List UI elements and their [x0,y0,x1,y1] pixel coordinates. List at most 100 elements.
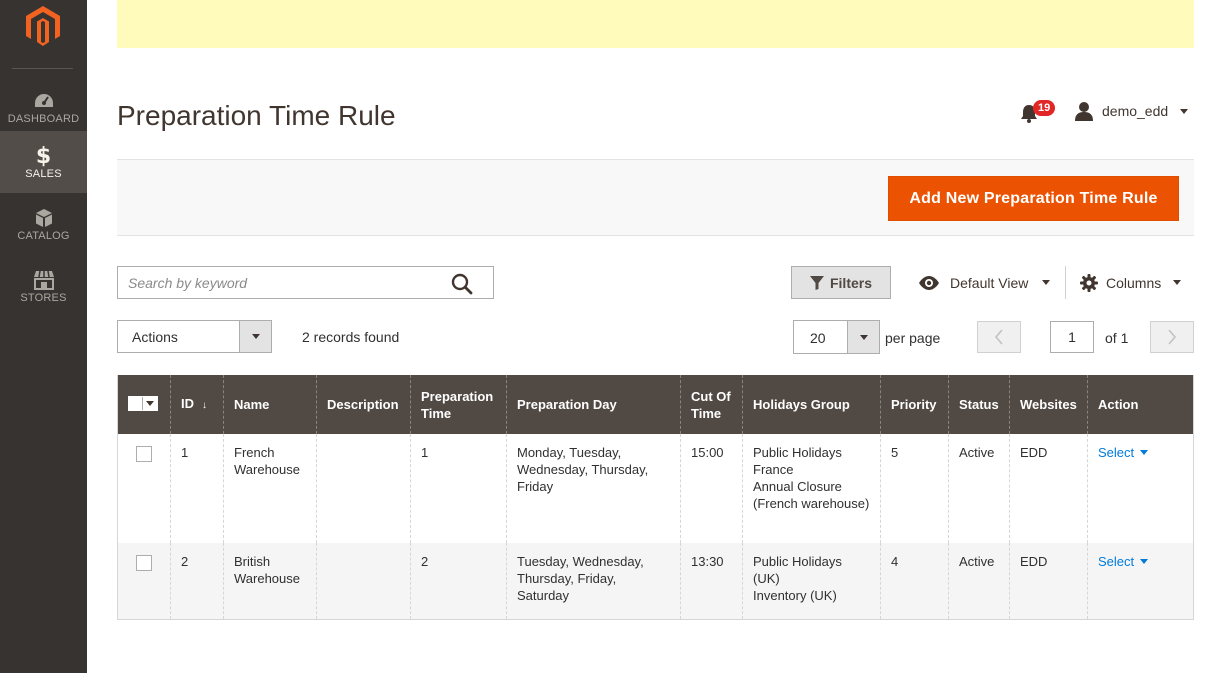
username: demo_edd [1102,103,1169,119]
sidebar-item-sales[interactable]: $ SALES [0,131,87,193]
column-header-status[interactable]: Status [948,375,1010,434]
sidebar-item-catalog[interactable]: CATALOG [0,193,87,255]
chevron-down-icon [1180,108,1189,114]
cell-status: Active [948,434,1010,543]
actions-label: Actions [132,329,178,345]
filters-label: Filters [829,274,872,291]
columns-dropdown[interactable]: Columns [1080,266,1182,299]
next-page-button[interactable] [1150,321,1194,353]
sidebar-item-label: CATALOG [17,230,70,242]
row-checkbox[interactable] [136,555,152,571]
mass-select-header [117,375,171,434]
search-input[interactable] [118,267,448,298]
cell-description [316,434,411,543]
column-header-websites[interactable]: Websites [1009,375,1088,434]
cell-priority: 5 [880,434,949,543]
toolbar-divider [1065,266,1066,299]
sidebar-item-dashboard[interactable]: DASHBOARD [0,76,87,138]
per-page-label: per page [885,330,941,346]
page-total: of 1 [1105,330,1129,346]
filters-button[interactable]: Filters [791,266,891,299]
column-header-action: Action [1087,375,1194,434]
column-header-name[interactable]: Name [223,375,317,434]
dollar-icon: $ [35,143,52,169]
search-box [117,266,494,299]
admin-sidebar: DASHBOARD $ SALES CATALOG STORES [0,0,87,673]
sidebar-item-stores[interactable]: STORES [0,255,87,317]
column-header-id[interactable]: ID ↓ [170,375,224,434]
holiday-group-item: Public Holidays France [753,445,842,477]
chevron-down-icon [1140,559,1149,564]
columns-label: Columns [1106,274,1162,291]
row-action-select[interactable]: Select [1098,444,1149,461]
chevron-down-icon [1042,280,1051,285]
user-menu[interactable]: demo_edd [1074,100,1189,122]
user-icon [1075,102,1093,121]
cell-status: Active [948,543,1010,620]
add-new-rule-button[interactable]: Add New Preparation Time Rule [888,176,1179,221]
row-select-cell [117,543,171,620]
row-select-cell [117,434,171,543]
default-view-dropdown[interactable]: Default View [918,266,1051,299]
chevron-right-icon [1168,329,1177,345]
system-message-bar [117,0,1194,48]
cell-cut-of-time: 13:30 [680,543,743,620]
holiday-group-item: Inventory (UK) [753,588,837,603]
select-label: Select [1098,554,1135,569]
per-page-select[interactable]: 20 [793,320,880,354]
per-page-value: 20 [810,330,826,346]
cell-name: French Warehouse [223,434,317,543]
dashboard-icon [34,94,53,107]
previous-page-button[interactable] [977,321,1021,353]
cell-preparation-day: Monday, Tuesday, Wednesday, Thursday, Fr… [506,434,681,543]
mass-select-checkbox[interactable] [128,395,158,411]
column-header-preparation-day[interactable]: Preparation Day [506,375,681,434]
column-header-holidays-group[interactable]: Holidays Group [742,375,881,434]
column-header-preparation-time[interactable]: Preparation Time [410,375,507,434]
chevron-left-icon [994,329,1003,345]
cell-preparation-time: 2 [410,543,507,620]
cell-websites: EDD [1009,543,1088,620]
page-actions-bar: Add New Preparation Time Rule [117,159,1194,236]
notification-badge: 19 [1033,100,1056,116]
chevron-down-icon [146,400,154,406]
table-row: 1 French Warehouse 1 Monday, Tuesday, We… [117,434,1194,543]
mass-actions-select[interactable]: Actions [117,320,272,353]
box-icon [35,209,52,227]
magento-logo-icon[interactable] [24,4,62,48]
page-number-input[interactable] [1050,321,1094,353]
filter-icon [809,275,824,290]
cell-id: 1 [170,434,224,543]
column-header-cut-of-time[interactable]: Cut Of Time [680,375,743,434]
chevron-down-icon [239,321,271,352]
cell-action: Select [1087,434,1194,543]
cell-websites: EDD [1009,434,1088,543]
cell-id: 2 [170,543,224,620]
sidebar-item-label: DASHBOARD [7,113,80,125]
cell-holidays-group: Public Holidays France Annual Closure (F… [742,434,881,543]
chevron-down-icon [1173,280,1182,285]
column-header-priority[interactable]: Priority [880,375,949,434]
sort-arrow-icon: ↓ [202,400,207,411]
cell-action: Select [1087,543,1194,620]
row-action-select[interactable]: Select [1098,553,1149,570]
chevron-down-icon [1140,450,1149,455]
cell-cut-of-time: 15:00 [680,434,743,543]
cell-priority: 4 [880,543,949,620]
page-title: Preparation Time Rule [117,100,396,131]
search-icon[interactable] [451,273,473,295]
rules-grid: ID ↓ Name Description Preparation Time Pr… [117,375,1194,620]
store-icon [33,270,54,290]
grid-header-row: ID ↓ Name Description Preparation Time Pr… [117,375,1194,434]
holiday-group-item: Public Holidays (UK) [753,554,842,586]
cell-name: British Warehouse [223,543,317,620]
column-header-description[interactable]: Description [316,375,411,434]
row-checkbox[interactable] [136,446,152,462]
sidebar-item-label: STORES [20,292,67,304]
cell-preparation-time: 1 [410,434,507,543]
cell-preparation-day: Tuesday, Wednesday, Thursday, Friday, Sa… [506,543,681,620]
sidebar-divider [12,68,73,69]
view-label: Default View [950,274,1029,291]
records-found: 2 records found [302,329,400,345]
select-label: Select [1098,445,1135,460]
